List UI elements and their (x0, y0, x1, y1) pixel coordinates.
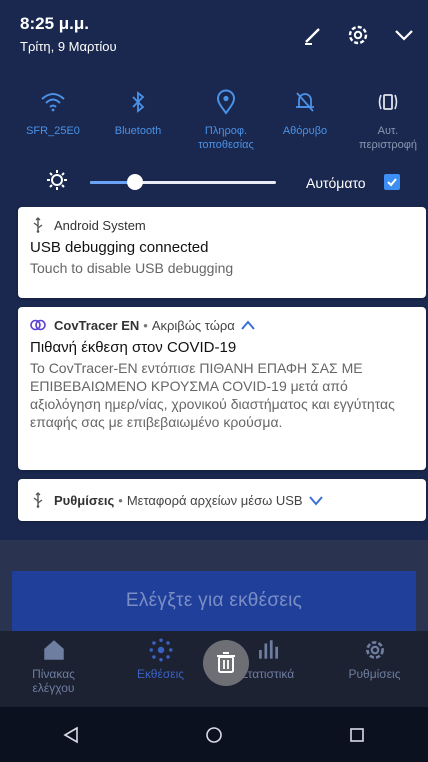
notification-body: Touch to disable USB debugging (30, 260, 234, 276)
notification-android-system[interactable]: Android System USB debugging connected T… (18, 207, 426, 298)
home-icon (43, 640, 64, 660)
qs-mute-label: Αθόρυβο (282, 125, 328, 137)
qs-rotate-label: Αυτ. περιστροφή (359, 125, 417, 151)
status-time: 8:25 μ.μ. (20, 14, 89, 33)
brightness-row: Αυτόματο (0, 165, 428, 201)
trash-icon (217, 652, 235, 673)
status-date: Τρίτη, 9 Μαρτίου (20, 39, 117, 54)
location-icon (212, 88, 240, 116)
notification-app-name: Android System (54, 217, 146, 233)
home-circle-icon (206, 726, 222, 743)
qs-bluetooth-label: Bluetooth (114, 125, 162, 137)
recents-icon (349, 727, 364, 742)
notification-time: Ακριβώς τώρα (151, 317, 235, 333)
qs-wifi-label: SFR_25E0 (26, 125, 80, 137)
qs-mute[interactable]: Αθόρυβο (262, 80, 348, 138)
notification-body: Το CovTracer-EN εντόπισε ΠΙΘΑΝΗ ΕΠΑΦΗ ΣΑ… (30, 360, 395, 430)
auto-brightness-checkbox[interactable] (384, 174, 400, 190)
notification-app-name: Ρυθμίσεις (54, 492, 115, 508)
qs-bluetooth[interactable]: Bluetooth (95, 80, 181, 138)
qs-wifi[interactable]: SFR_25E0 (10, 80, 96, 138)
covtracer-icon (30, 317, 46, 333)
recents-button[interactable] (327, 715, 387, 755)
brightness-slider-thumb[interactable] (127, 174, 143, 190)
notification-title: Πιθανή έκθεση στον COVID-19 (30, 339, 237, 356)
gear-icon (365, 641, 384, 659)
bluetooth-icon (124, 88, 152, 116)
trash-button[interactable] (203, 640, 249, 686)
nav-exposures[interactable]: Εκθέσεις (107, 631, 214, 707)
notification-settings-usb[interactable]: Ρυθμίσεις • Μεταφορά αρχείων μέσω USB (18, 479, 426, 521)
nav-settings[interactable]: Ρυθμίσεις (321, 631, 428, 707)
qs-location-label: Πληροφ. τοποθεσίας (198, 125, 254, 151)
separator-dot: • (118, 492, 123, 508)
nav-exposures-label: Εκθέσεις (136, 667, 185, 681)
system-nav-bar (0, 707, 428, 762)
check-exposures-button[interactable]: Ελέγξτε για εκθέσεις (12, 571, 416, 631)
back-icon (63, 726, 79, 743)
exposures-icon (149, 638, 172, 662)
separator-dot: • (143, 317, 148, 333)
notification-meta: Μεταφορά αρχείων μέσω USB (126, 492, 303, 508)
chevron-up-icon[interactable] (240, 319, 256, 331)
notification-covtracer[interactable]: CovTracer EN • Ακριβώς τώρα Πιθανή έκθεσ… (18, 307, 426, 470)
home-button[interactable] (184, 715, 244, 755)
settings-icon[interactable] (345, 22, 371, 48)
edit-icon[interactable] (300, 22, 326, 48)
back-button[interactable] (41, 715, 101, 755)
auto-brightness-label: Αυτόματο (306, 175, 366, 191)
usb-icon (30, 492, 46, 508)
chevron-down-icon[interactable] (391, 22, 417, 48)
nav-dashboard-label: Πίνακας ελέγχου (32, 667, 75, 695)
qs-rotate[interactable]: Αυτ. περιστροφή (345, 80, 428, 152)
brightness-icon (46, 169, 68, 191)
nav-settings-label: Ρυθμίσεις (348, 667, 401, 681)
notification-app-name: CovTracer EN (54, 317, 140, 333)
stats-icon (258, 640, 278, 659)
nav-stats-label: Στατιστικά (240, 667, 295, 681)
notification-shade: 8:25 μ.μ. Τρίτη, 9 Μαρτίου SFR_25E0 Blue… (0, 0, 428, 540)
quick-settings: SFR_25E0 Bluetooth Πληροφ. τοποθεσίας Αθ… (0, 80, 428, 160)
chevron-down-icon[interactable] (308, 494, 324, 506)
nav-dashboard[interactable]: Πίνακας ελέγχου (0, 631, 107, 707)
qs-location[interactable]: Πληροφ. τοποθεσίας (183, 80, 269, 152)
mute-icon (291, 88, 319, 116)
wifi-icon (39, 88, 67, 116)
rotate-icon (374, 88, 402, 116)
screen: Ελέγξτε για εκθέσεις Πίνακας ελέγχου Εκθ… (0, 0, 428, 762)
check-icon (387, 178, 397, 187)
usb-icon (30, 217, 46, 233)
notification-title: USB debugging connected (30, 239, 209, 256)
